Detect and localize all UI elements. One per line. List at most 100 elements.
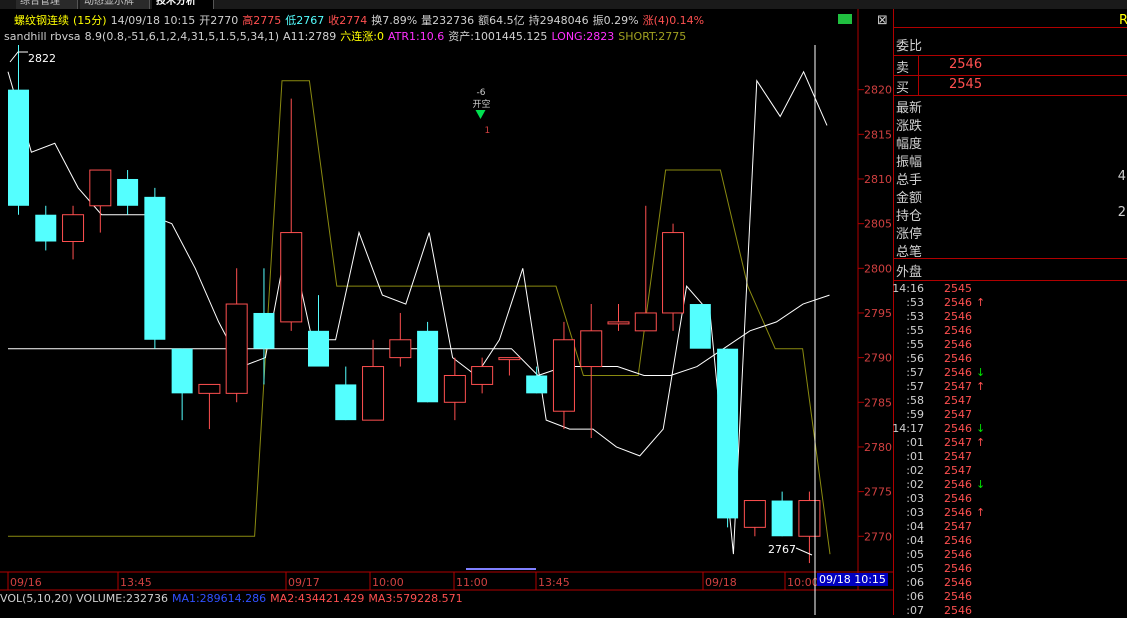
candle-up [607, 321, 630, 325]
divider [894, 75, 1127, 76]
sell-price: 2546 [949, 57, 983, 72]
candle-up [89, 169, 112, 207]
tick-row: :59 2547 [894, 408, 1127, 422]
volume-ma3: MA3:579228.571 [368, 592, 463, 605]
atr-value: ATR1:10.6 [388, 30, 445, 43]
tick-row: :57 2546 ↓ [894, 366, 1127, 380]
x-tick-label: 09/16 [10, 576, 42, 589]
sell-label: 卖 [896, 61, 910, 76]
candle-up [362, 366, 385, 421]
candle-up [634, 312, 657, 332]
candle-down [417, 330, 439, 403]
indicator-params: 8.9(0.8,-51,6,1,2,4,31,5,1.5,5,34,1) [84, 30, 280, 43]
high-value: 高2775 [242, 14, 282, 27]
tick-time: :03 [906, 492, 924, 505]
long-value: LONG:2823 [551, 30, 615, 43]
candle-down [8, 89, 29, 206]
quote-header: 螺纹钢连续 (15分) 14/09/18 10:15 开2770 高2775 低2767 收… [14, 14, 708, 28]
arrow-up-icon: ↑ [976, 296, 986, 309]
tick-row: :57 2547 ↑ [894, 380, 1127, 394]
candle-down [117, 178, 139, 206]
candle-up [198, 383, 221, 394]
tick-price: 2547 [944, 450, 972, 463]
x-tick-label: 11:00 [456, 576, 488, 589]
candle-down [526, 375, 548, 394]
amplitude-value: 振0.29% [592, 14, 639, 27]
signal-number: -6 [477, 88, 486, 98]
commission-ratio-label: 委比 [896, 39, 923, 54]
tick-row: :02 2546 ↓ [894, 478, 1127, 492]
tick-price: 2547 [944, 394, 972, 407]
high-price-label: 2822 [28, 52, 56, 65]
stat-value: 2 [1117, 205, 1126, 220]
tick-price: 2547 [944, 520, 972, 533]
tick-price: 2547 [944, 464, 972, 477]
tick-row: :55 2546 [894, 338, 1127, 352]
tick-time: :05 [906, 562, 924, 575]
tick-time: :02 [906, 478, 924, 491]
candle-down [253, 312, 275, 349]
tick-row: :01 2547 [894, 450, 1127, 464]
chart-period: (15分) [73, 14, 107, 27]
tick-price: 2546 [944, 324, 972, 337]
candle-down [144, 196, 166, 340]
y-tick-label: 2770 [864, 530, 892, 543]
candle-up [280, 232, 303, 323]
six-up-value: 六连涨:0 [340, 30, 384, 43]
tick-row: 14:17 2546 ↓ [892, 422, 1127, 436]
candle-up [225, 303, 248, 394]
tick-price: 2547 [944, 436, 972, 449]
open-interest: 持2948046 [528, 14, 589, 27]
x-tick-label: 10:00 [787, 576, 819, 589]
buy-label: 买 [896, 81, 910, 96]
tick-row: :03 2546 ↑ [894, 506, 1127, 520]
tick-price: 2546 [944, 338, 972, 351]
arrow-down-icon: ↓ [976, 366, 986, 379]
candle-down [35, 214, 57, 242]
y-tick-label: 2820 [864, 84, 892, 97]
open-value: 开2770 [199, 14, 239, 27]
tick-row: :53 2546 ↑ [894, 296, 1127, 310]
stat-label: 涨跌 [896, 119, 923, 134]
close-value: 收2774 [328, 14, 368, 27]
stat-label: 总手 [896, 173, 923, 188]
tick-price: 2546 [944, 576, 972, 589]
candle-up [62, 214, 85, 243]
tick-time: :55 [906, 324, 924, 337]
tick-time: :06 [906, 576, 924, 589]
tick-row: :04 2547 [894, 520, 1127, 534]
arrow-down-icon: ↓ [976, 422, 986, 435]
tick-price: 2546 [944, 478, 972, 491]
short-value: SHORT:2775 [618, 30, 687, 43]
tick-time: :56 [906, 352, 924, 365]
tick-row: :55 2546 [894, 324, 1127, 338]
tick-row: :01 2547 ↑ [894, 436, 1127, 450]
candle-down [171, 348, 193, 394]
divider [894, 280, 1127, 281]
volume-value: 量232736 [421, 14, 475, 27]
price-chart[interactable]: 2820 2815 2810 2805 2800 2795 2790 2785 2780 2775… [0, 0, 893, 615]
candle-up [798, 500, 821, 537]
tick-time: :59 [906, 408, 924, 421]
tick-time: 14:16 [892, 282, 924, 295]
candle-down [335, 384, 357, 421]
tick-price: 2546 [944, 548, 972, 561]
tick-time: :01 [906, 450, 924, 463]
cursor-time-label: 09/18 10:15 [817, 573, 888, 586]
signal-text: 开空 [473, 98, 491, 110]
x-tick-label: 13:45 [538, 576, 570, 589]
turnover-rate: 换7.89% [371, 14, 418, 27]
tick-row: :05 2546 [894, 562, 1127, 576]
tick-time: :07 [906, 604, 924, 617]
tick-time: :04 [906, 534, 924, 547]
tick-row: 14:16 2545 [892, 282, 1127, 296]
candle-down [717, 348, 739, 519]
tick-price: 2546 [944, 534, 972, 547]
tick-time: :01 [906, 436, 924, 449]
y-tick-label: 2815 [864, 128, 892, 141]
arrow-up-icon: ↑ [976, 380, 986, 393]
tick-time: :57 [906, 366, 924, 379]
tick-row: :06 2546 [894, 576, 1127, 590]
stat-value: 4 [1117, 169, 1126, 184]
low-price-label: 2767 [768, 543, 796, 556]
